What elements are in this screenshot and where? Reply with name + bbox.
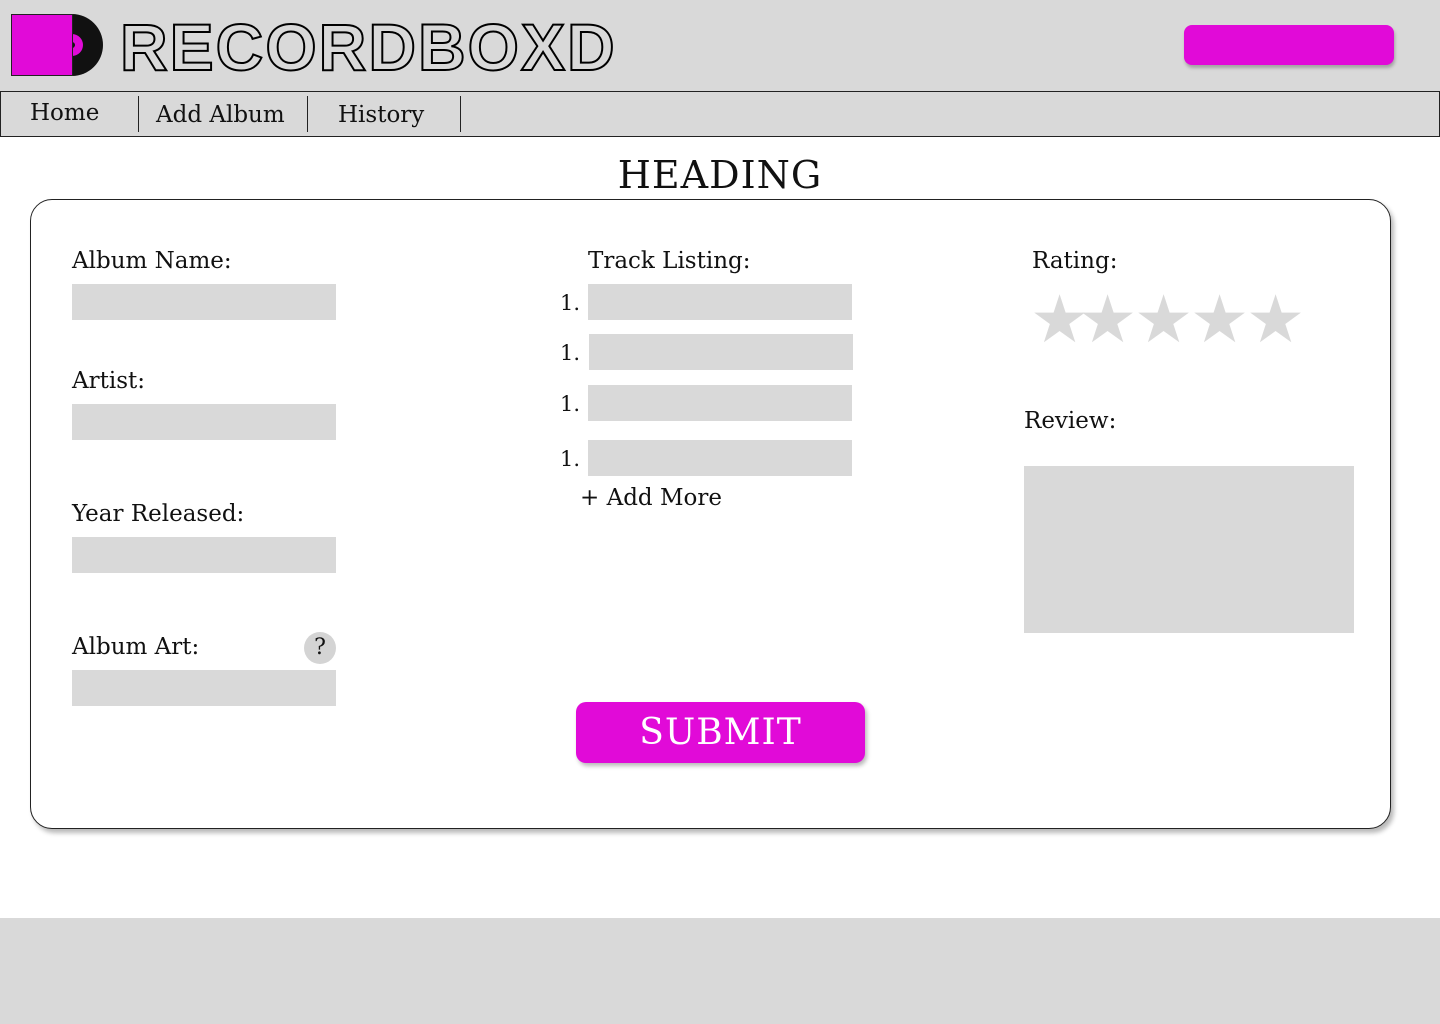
track-input-3[interactable]: [588, 385, 852, 421]
submit-button[interactable]: SUBMIT: [576, 702, 865, 763]
album-name-label: Album Name:: [72, 248, 232, 274]
page-title: HEADING: [617, 153, 823, 197]
header-bar: RECORDBOXD: [0, 0, 1440, 91]
brand-logo[interactable]: RECORDBOXD: [119, 11, 617, 83]
help-icon[interactable]: ?: [304, 632, 336, 664]
album-art-label: Album Art:: [72, 634, 200, 660]
nav-home[interactable]: Home: [30, 94, 99, 132]
logo-square: [11, 14, 73, 76]
track-number: 1.: [560, 341, 581, 365]
add-more-tracks-link[interactable]: + Add More: [580, 484, 722, 512]
nav-history[interactable]: History: [338, 96, 424, 134]
album-name-input[interactable]: [72, 284, 336, 320]
track-number: 1.: [560, 291, 581, 315]
nav-add-album[interactable]: Add Album: [156, 96, 285, 134]
track-input-1[interactable]: [588, 284, 852, 320]
review-label: Review:: [1024, 408, 1117, 434]
nav-divider: [307, 96, 308, 132]
star-icon[interactable]: ★: [1190, 285, 1249, 355]
rating-label: Rating:: [1032, 248, 1118, 274]
review-textarea[interactable]: [1024, 466, 1354, 633]
track-listing-label: Track Listing:: [588, 248, 751, 274]
nav-divider: [138, 96, 139, 132]
year-released-label: Year Released:: [72, 501, 245, 527]
year-released-input[interactable]: [72, 537, 336, 573]
nav-divider: [460, 96, 461, 132]
star-icon[interactable]: ★: [1078, 285, 1137, 355]
star-icon[interactable]: ★: [1246, 285, 1305, 355]
album-art-input[interactable]: [72, 670, 336, 706]
track-number: 1.: [560, 392, 581, 416]
main-nav: Home Add Album History: [0, 91, 1440, 137]
track-input-4[interactable]: [588, 440, 852, 476]
footer-bar: [0, 918, 1440, 1024]
header-account-button[interactable]: [1184, 25, 1394, 65]
star-icon[interactable]: ★: [1134, 285, 1193, 355]
track-number: 1.: [560, 447, 581, 471]
artist-input[interactable]: [72, 404, 336, 440]
artist-label: Artist:: [72, 368, 145, 394]
track-input-2[interactable]: [589, 334, 853, 370]
